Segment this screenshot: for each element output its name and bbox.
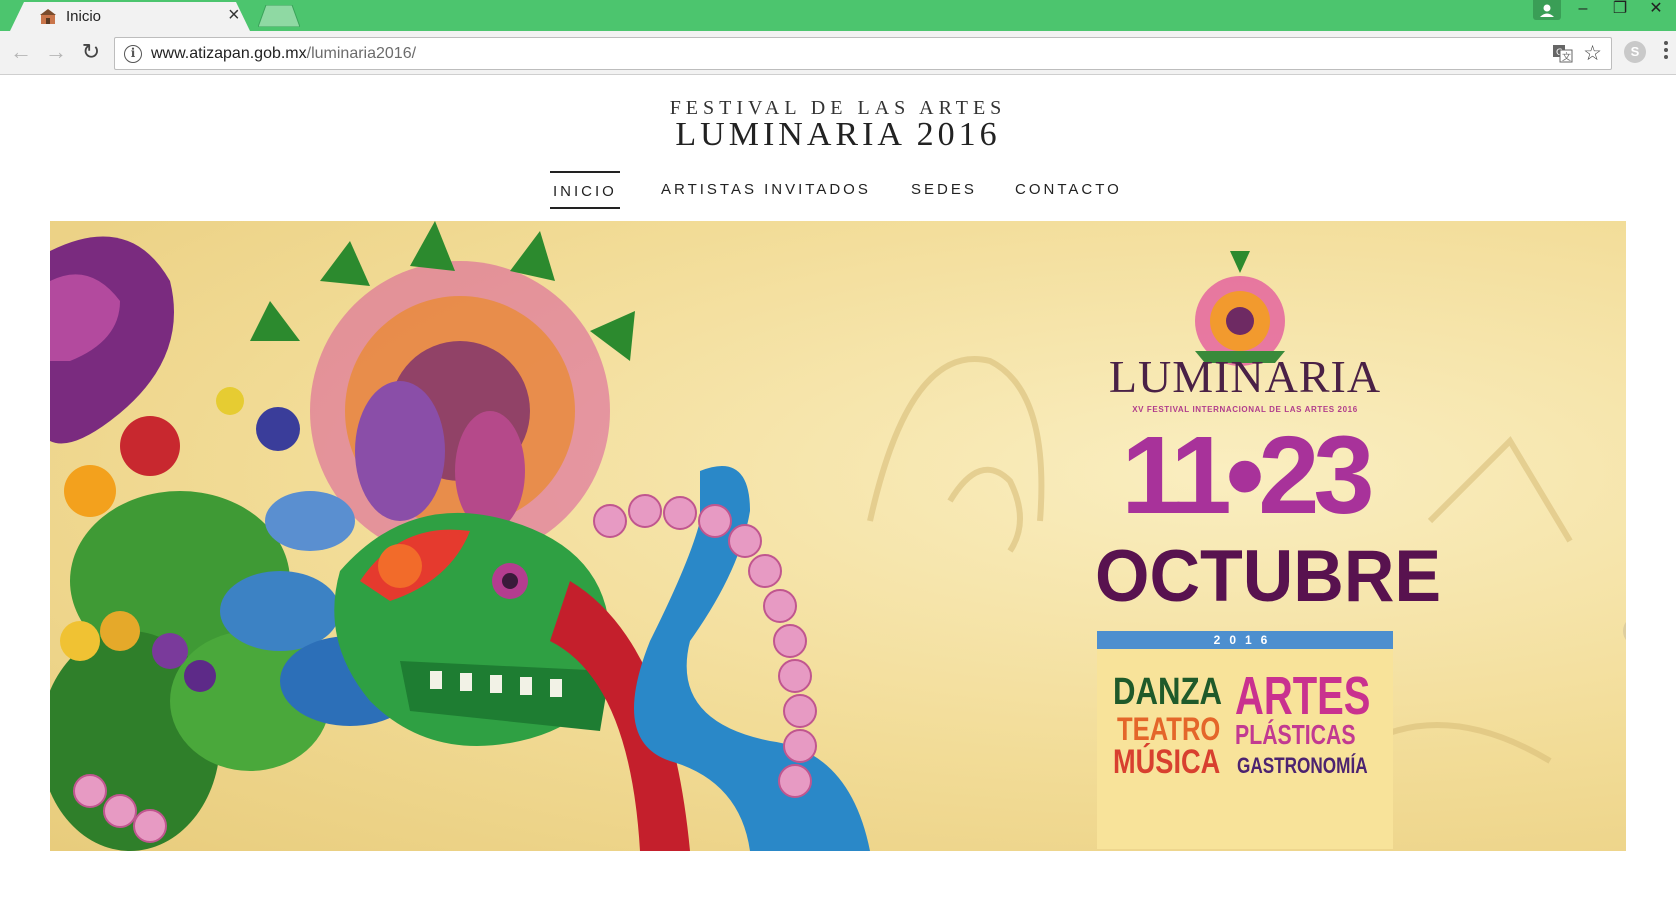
reload-button[interactable]: ↻ xyxy=(79,41,103,65)
promo-disciplines: DANZA TEATRO MÚSICA ARTES PLÁSTICAS GAST… xyxy=(1097,649,1393,849)
minimize-button[interactable]: – xyxy=(1567,0,1599,22)
url-host: www.atizapan.gob.mx xyxy=(151,45,307,62)
nav-item-sedes[interactable]: SEDES xyxy=(911,171,977,209)
browser-toolbar: ← → ↻ i www.atizapan.gob.mx/luminaria201… xyxy=(0,31,1676,75)
close-window-button[interactable]: ✕ xyxy=(1640,0,1672,22)
site-title[interactable]: LUMINARIA 2016 xyxy=(0,116,1676,154)
skype-extension-icon[interactable]: S xyxy=(1624,41,1646,63)
address-bar[interactable]: i www.atizapan.gob.mx/luminaria2016/ G文 … xyxy=(114,37,1612,70)
nav-item-artistas-invitados[interactable]: ARTISTAS INVITADOS xyxy=(661,171,871,209)
discipline-gastronomia: GASTRONOMÍA xyxy=(1237,753,1368,778)
promo-poster: LUMINARIA XV FESTIVAL INTERNACIONAL DE L… xyxy=(1095,261,1442,849)
promo-year: 2016 xyxy=(1097,631,1393,649)
site-info-icon[interactable]: i xyxy=(124,45,142,63)
tab-close-icon[interactable]: × xyxy=(228,4,240,26)
tab-title: Inicio xyxy=(66,8,102,25)
translate-icon[interactable]: G文 xyxy=(1553,45,1573,63)
url-text[interactable]: www.atizapan.gob.mx/luminaria2016/ xyxy=(151,45,416,63)
url-path: /luminaria2016/ xyxy=(306,45,417,62)
svg-text:文: 文 xyxy=(1562,51,1571,63)
new-tab-button[interactable] xyxy=(257,4,301,28)
browser-tab-active[interactable]: Inicio × xyxy=(10,2,260,31)
back-button[interactable]: ← xyxy=(9,41,33,65)
promo-dates: 11•23 xyxy=(1121,414,1374,537)
site-favicon-icon xyxy=(38,9,58,25)
browser-titlebar: Inicio × – ❐ ✕ xyxy=(0,0,1676,31)
discipline-plasticas: PLÁSTICAS xyxy=(1235,719,1356,750)
restore-button[interactable]: ❐ xyxy=(1604,0,1636,22)
nav-item-contacto[interactable]: CONTACTO xyxy=(1015,171,1122,209)
discipline-artes: ARTES xyxy=(1235,666,1371,726)
discipline-danza: DANZA xyxy=(1113,671,1223,713)
promo-brand: LUMINARIA xyxy=(1108,351,1382,402)
nav-item-inicio[interactable]: INICIO xyxy=(550,171,620,209)
hero-banner[interactable]: LUMINARIA XV FESTIVAL INTERNACIONAL DE L… xyxy=(50,221,1626,851)
main-navigation: INICIO ARTISTAS INVITADOS SEDES CONTACTO xyxy=(0,171,1676,211)
profile-icon[interactable] xyxy=(1533,0,1561,20)
browser-menu-icon[interactable] xyxy=(1664,41,1670,63)
forward-button[interactable]: → xyxy=(44,41,68,65)
promo-month: OCTUBRE xyxy=(1095,535,1442,617)
discipline-musica: MÚSICA xyxy=(1113,743,1221,781)
bookmark-star-icon[interactable]: ☆ xyxy=(1583,41,1602,66)
